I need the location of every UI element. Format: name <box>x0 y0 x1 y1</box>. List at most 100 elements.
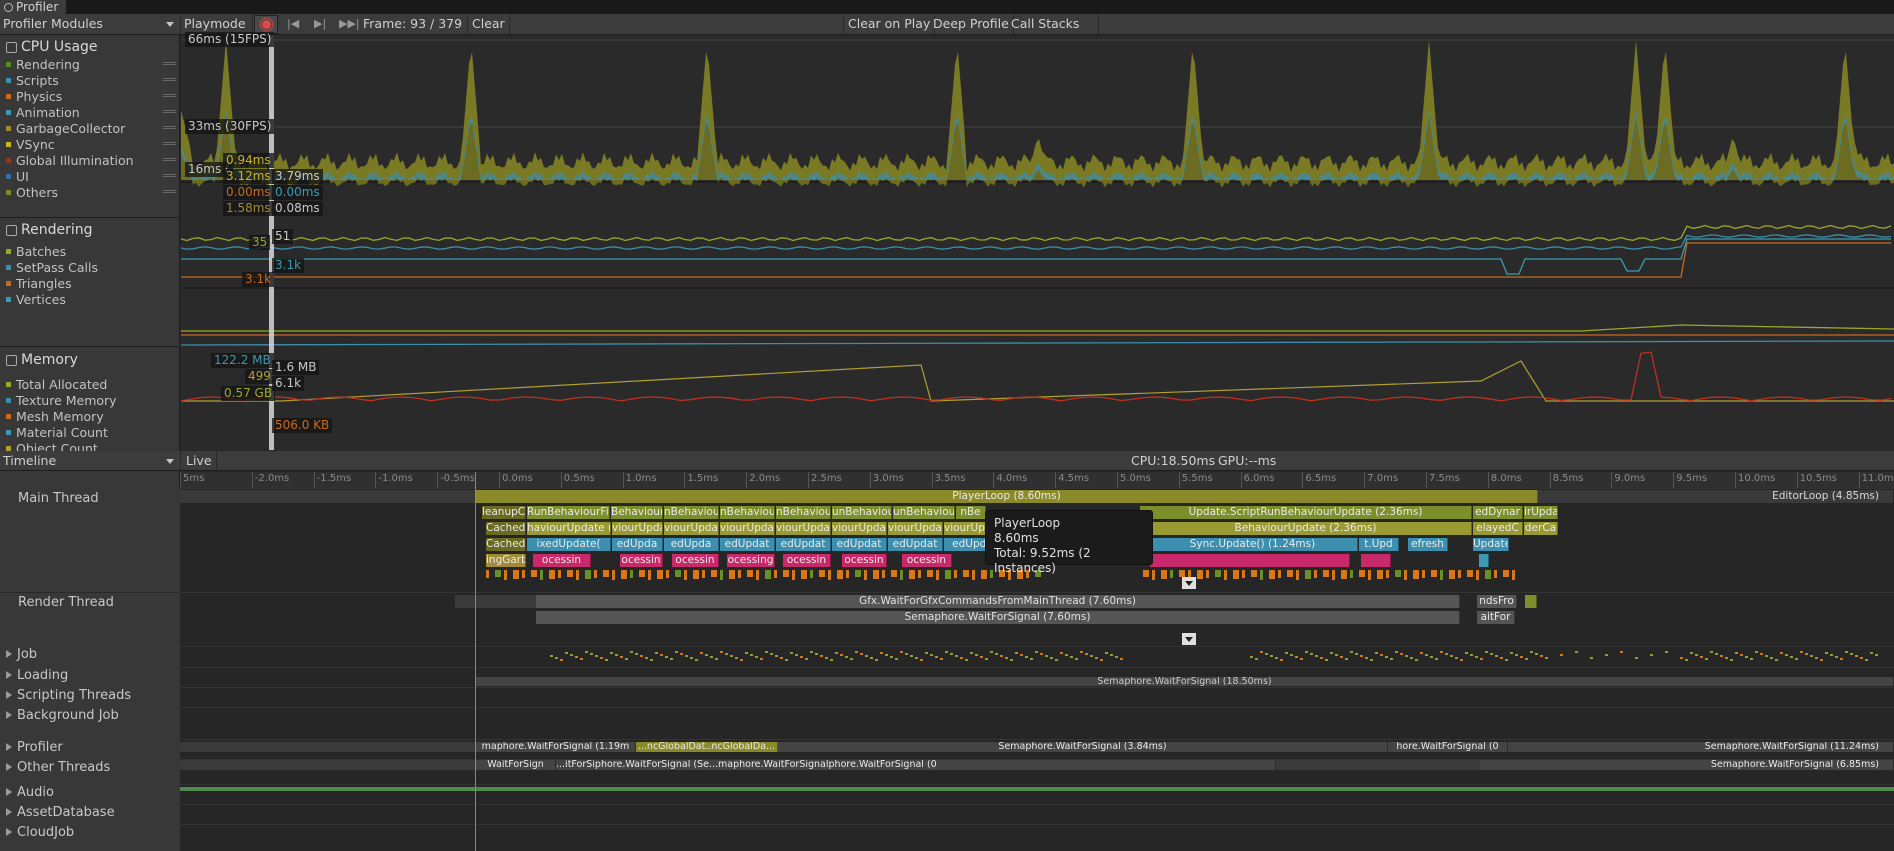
processing-bar[interactable]: ocessin <box>620 554 663 567</box>
leaf-event[interactable] <box>666 570 669 578</box>
script-run-behaviour-update-bar[interactable]: Update.ScriptRunBehaviourUpdate (2.36ms) <box>1140 506 1472 519</box>
module-charts[interactable]: 66ms (15FPS) 33ms (30FPS) 16ms ( 0.94ms … <box>181 32 1894 450</box>
job-event[interactable] <box>1310 653 1313 655</box>
job-event[interactable] <box>945 651 948 653</box>
job-event[interactable] <box>1465 652 1468 654</box>
job-event[interactable] <box>930 654 933 656</box>
leaf-event[interactable] <box>522 570 525 578</box>
leaf-event[interactable] <box>873 570 879 579</box>
job-event[interactable] <box>1290 654 1293 656</box>
leaf-event[interactable] <box>702 570 705 578</box>
job-event[interactable] <box>1475 656 1478 658</box>
job-event[interactable] <box>1560 654 1563 656</box>
job-event[interactable] <box>735 657 738 659</box>
job-event[interactable] <box>955 655 958 657</box>
job-event[interactable] <box>1005 657 1008 659</box>
small-green-bar[interactable] <box>1525 595 1537 608</box>
job-event[interactable] <box>1455 657 1458 659</box>
delayed-call-bar[interactable]: elayedC <box>1473 522 1523 535</box>
leaf-event[interactable] <box>1260 570 1263 580</box>
job-event[interactable] <box>1410 657 1413 659</box>
clear-button[interactable]: Clear <box>467 14 510 34</box>
run-behaviour-bar[interactable]: unBehaviourF <box>893 506 955 519</box>
garbage-bar[interactable]: ingGarb <box>486 554 526 567</box>
job-event[interactable] <box>1755 651 1758 653</box>
job-event[interactable] <box>635 653 638 655</box>
other-semaphore-bar[interactable]: WaitForSign <box>476 760 556 770</box>
job-event[interactable] <box>915 657 918 659</box>
job-event[interactable] <box>1000 655 1003 657</box>
processing-bar[interactable]: ocessing <box>727 554 775 567</box>
job-event[interactable] <box>820 655 823 657</box>
job-event[interactable] <box>555 657 558 659</box>
leaf-event[interactable] <box>855 570 861 577</box>
job-event[interactable] <box>1795 658 1798 660</box>
job-event[interactable] <box>920 659 923 661</box>
leaf-event[interactable] <box>1422 570 1425 578</box>
leaf-event[interactable] <box>1485 570 1491 579</box>
job-event[interactable] <box>1265 653 1268 655</box>
leaf-event[interactable] <box>1152 570 1155 580</box>
job-event[interactable] <box>1830 654 1833 656</box>
job-event[interactable] <box>640 655 643 657</box>
job-event[interactable] <box>1575 651 1578 653</box>
job-event[interactable] <box>855 651 858 653</box>
job-event[interactable] <box>1275 657 1278 659</box>
leaf-event[interactable] <box>495 570 501 577</box>
job-event[interactable] <box>765 651 768 653</box>
job-event[interactable] <box>1875 654 1878 656</box>
job-event[interactable] <box>725 653 728 655</box>
job-event[interactable] <box>845 656 848 658</box>
leaf-event[interactable] <box>837 570 843 579</box>
job-event[interactable] <box>1840 658 1843 660</box>
job-track[interactable] <box>180 646 1894 667</box>
job-event[interactable] <box>940 658 943 660</box>
job-event[interactable] <box>1515 654 1518 656</box>
job-event[interactable] <box>1060 652 1063 654</box>
leaf-event[interactable] <box>1287 570 1293 577</box>
other-semaphore-bar[interactable]: ...itForSiphore.WaitForSignal (Se...maph… <box>556 760 1276 770</box>
job-event[interactable] <box>605 659 608 661</box>
job-event[interactable] <box>1780 652 1783 654</box>
job-event[interactable] <box>1685 659 1688 661</box>
job-event[interactable] <box>1485 651 1488 653</box>
job-event[interactable] <box>1490 653 1493 655</box>
job-event[interactable] <box>1505 659 1508 661</box>
processing-bar[interactable]: ocessin <box>842 554 887 567</box>
leaf-event[interactable] <box>1197 570 1203 579</box>
job-event[interactable] <box>1620 651 1623 653</box>
leaf-event[interactable] <box>918 570 921 578</box>
leaf-event[interactable] <box>846 570 849 578</box>
job-event[interactable] <box>1500 657 1503 659</box>
job-event[interactable] <box>1635 657 1638 659</box>
job-event[interactable] <box>1040 653 1043 655</box>
leaf-event[interactable] <box>1440 570 1443 580</box>
job-event[interactable] <box>1445 653 1448 655</box>
leaf-event[interactable] <box>954 570 957 578</box>
leaf-event[interactable] <box>1413 570 1419 579</box>
job-event[interactable] <box>1750 658 1753 660</box>
job-event[interactable] <box>655 652 658 654</box>
clear-on-play-button[interactable]: Clear on Play <box>843 14 936 34</box>
job-event[interactable] <box>975 654 978 656</box>
leaf-event[interactable] <box>1377 570 1383 579</box>
job-event[interactable] <box>900 651 903 653</box>
job-event[interactable] <box>1720 655 1723 657</box>
profiler-tab[interactable]: Profiler <box>0 0 67 14</box>
job-event[interactable] <box>565 652 568 654</box>
job-event[interactable] <box>1285 652 1288 654</box>
time-ruler[interactable]: 5ms -2.0ms -1.5ms -1.0ms -0.5ms 0.0ms 0.5ms 1.0… <box>180 472 1894 488</box>
leaf-event[interactable] <box>684 570 687 580</box>
job-event[interactable] <box>1695 654 1698 656</box>
job-event[interactable] <box>800 656 803 658</box>
thread-render[interactable]: Render Thread <box>0 592 180 646</box>
legend-item[interactable]: Batches <box>6 244 176 259</box>
leaf-event[interactable] <box>648 570 651 580</box>
leaf-event[interactable] <box>1224 570 1227 580</box>
job-event[interactable] <box>970 652 973 654</box>
leaf-event[interactable] <box>1296 570 1299 580</box>
job-event[interactable] <box>1785 654 1788 656</box>
job-event[interactable] <box>780 657 783 659</box>
job-event[interactable] <box>585 651 588 653</box>
other-semaphore-bar[interactable]: Semaphore.WaitForSignal (6.85ms) <box>1480 760 1894 770</box>
